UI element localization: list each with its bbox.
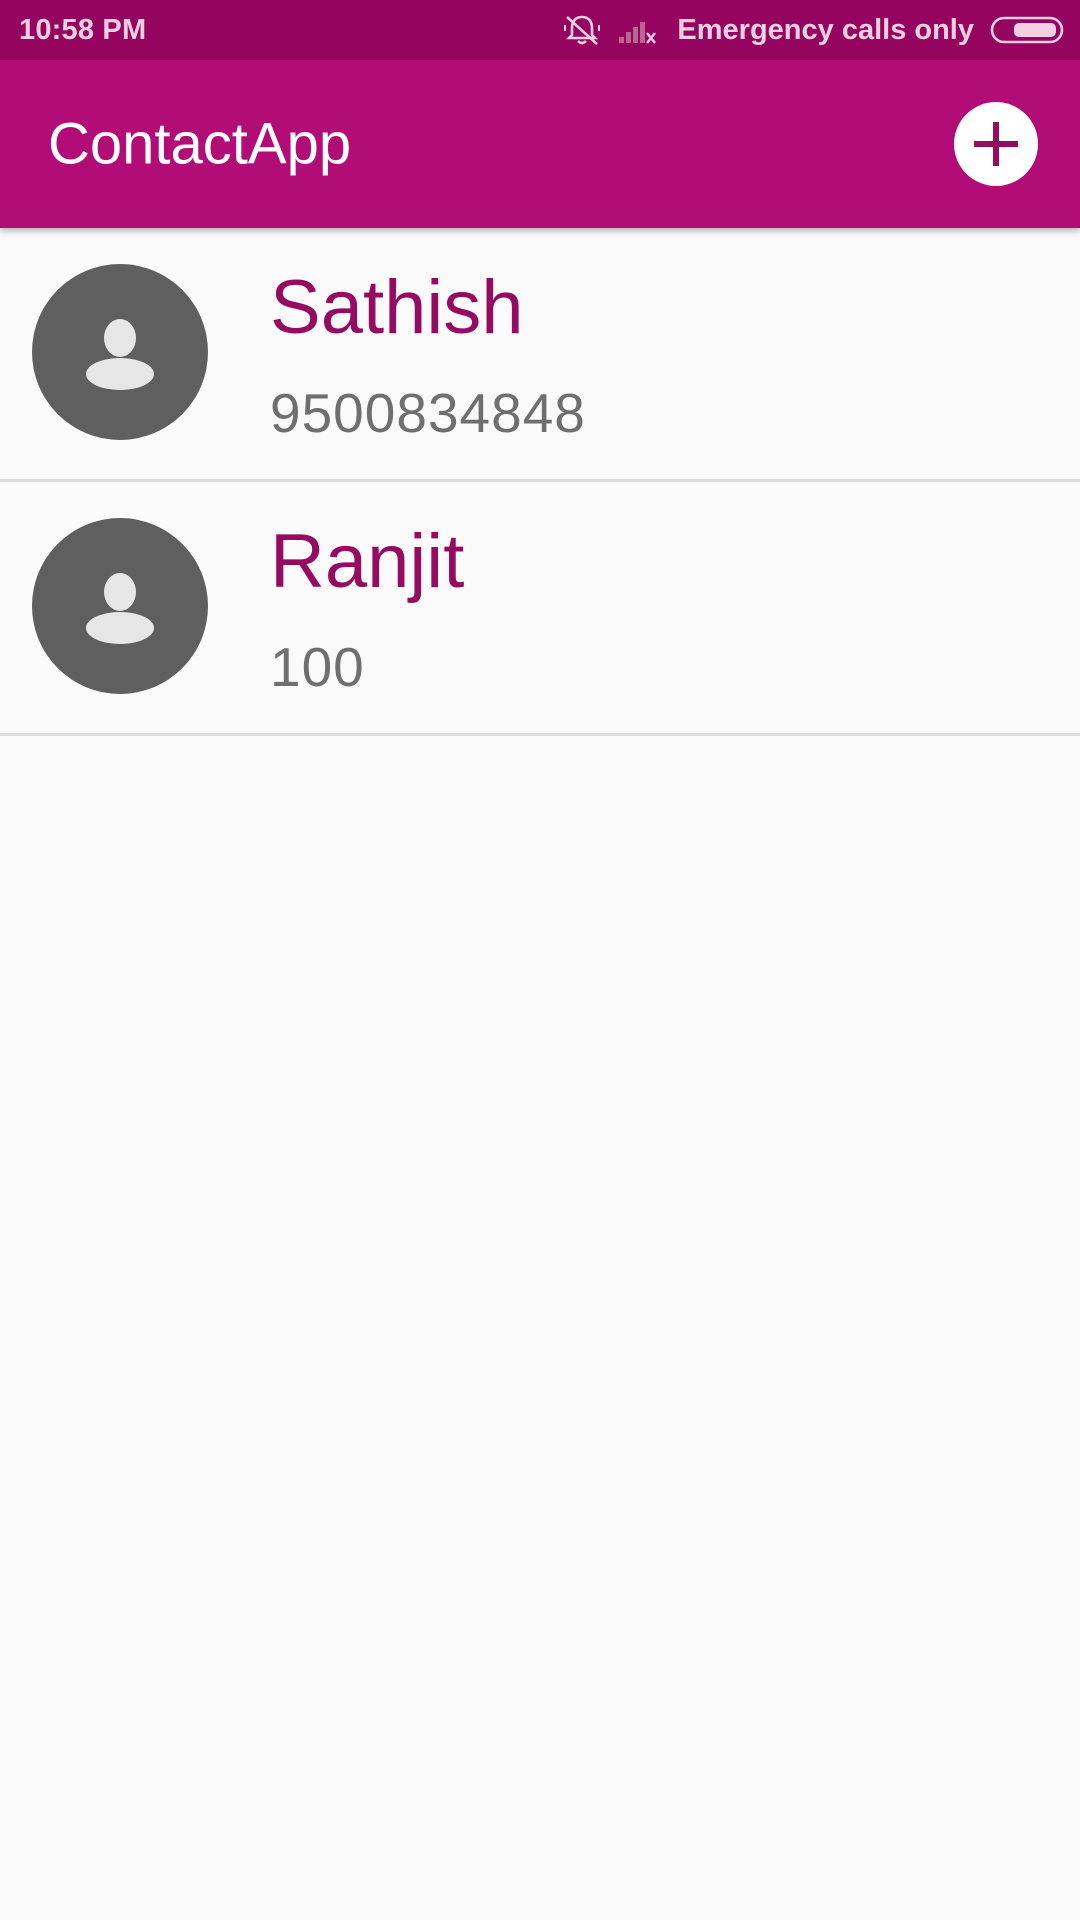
contact-phone: 100: [270, 636, 365, 698]
status-icons: Emergency calls only: [563, 13, 1064, 47]
signal-no-service-icon: [617, 15, 657, 45]
status-time: 10:58 PM: [19, 13, 147, 46]
bell-off-icon: [563, 13, 601, 47]
contact-row[interactable]: Sathish 9500834848: [0, 228, 1080, 482]
contact-name: Ranjit: [270, 519, 465, 604]
contact-list: Sathish 9500834848 Ranjit 100: [0, 228, 1080, 736]
battery-icon: [990, 15, 1064, 45]
plus-icon: [970, 118, 1022, 170]
person-icon: [80, 566, 160, 646]
person-icon: [80, 312, 160, 392]
contact-phone: 9500834848: [270, 382, 586, 444]
carrier-text: Emergency calls only: [677, 13, 974, 46]
status-bar: 10:58 PM Emergency calls only: [0, 0, 1080, 60]
avatar: [32, 518, 208, 694]
add-contact-button[interactable]: [954, 102, 1038, 186]
app-title: ContactApp: [48, 111, 352, 177]
app-bar: ContactApp: [0, 60, 1080, 228]
contact-row[interactable]: Ranjit 100: [0, 482, 1080, 736]
avatar: [32, 264, 208, 440]
contact-name: Sathish: [270, 265, 524, 350]
